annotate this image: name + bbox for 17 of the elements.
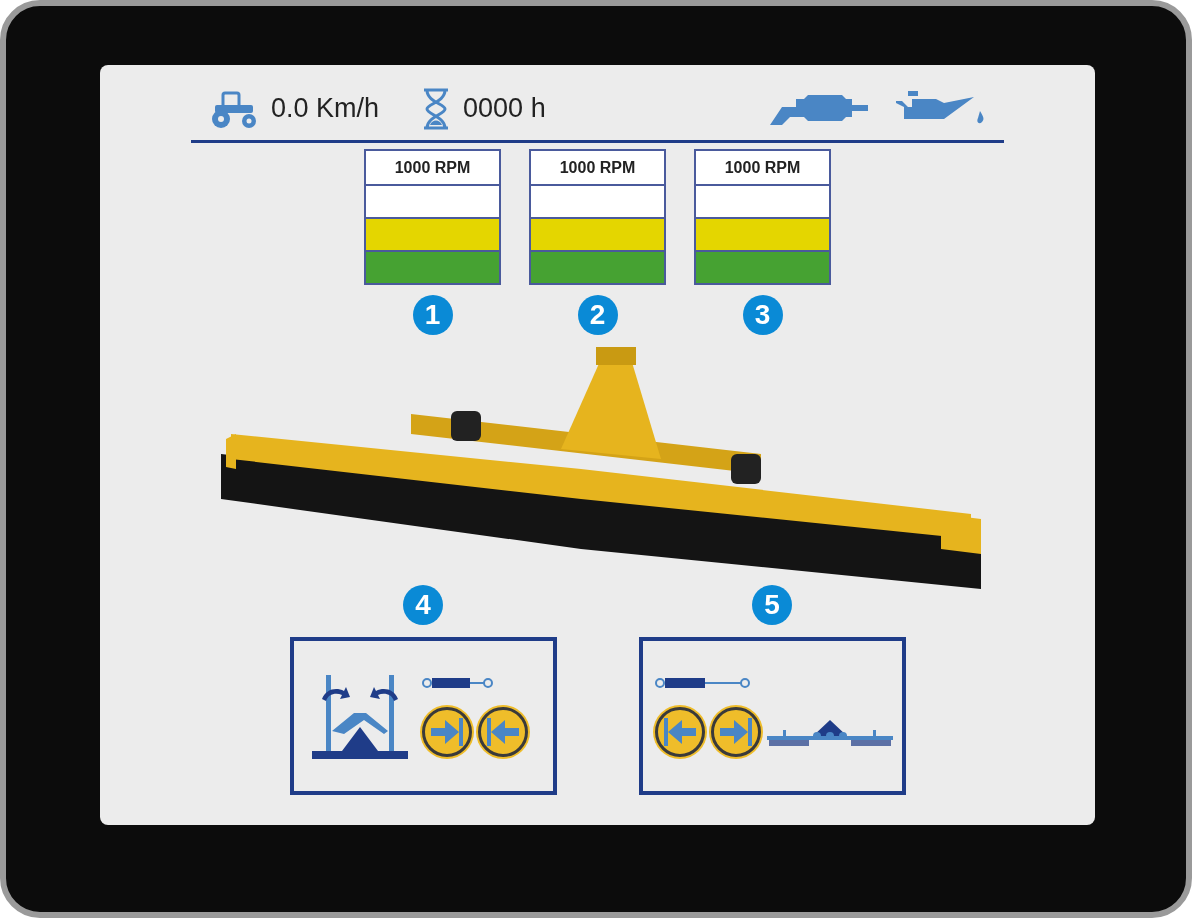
arrow-right-icon: [430, 718, 463, 746]
arrow-right-button[interactable]: [710, 707, 761, 757]
cylinder-icon: [421, 675, 494, 691]
speed-reading: 0.0 Km/h: [271, 93, 380, 124]
arrow-right-button[interactable]: [421, 707, 472, 757]
number-marker: 2: [577, 295, 618, 335]
arrow-right-icon: [719, 718, 752, 746]
arrow-left-icon: [663, 718, 696, 746]
number-marker: 4: [403, 585, 443, 625]
number-marker: 3: [742, 295, 783, 335]
arrow-left-button[interactable]: [477, 707, 528, 757]
number-marker: 5: [752, 585, 792, 625]
cylinder-icon: [654, 675, 751, 691]
arrow-left-button[interactable]: [654, 707, 705, 757]
number-marker: 1: [412, 295, 453, 335]
hours-reading: 0000 h: [463, 93, 546, 124]
arrow-left-icon: [486, 718, 519, 746]
